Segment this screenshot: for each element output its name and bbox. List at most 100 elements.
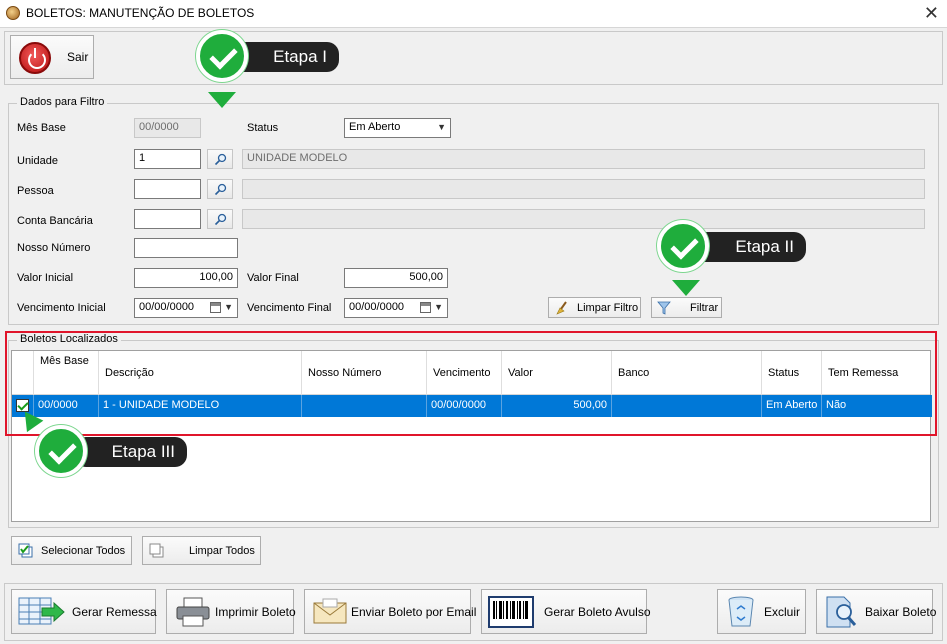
- status-select-value: Em Aberto: [349, 121, 401, 133]
- baixar-boleto-label: Baixar Boleto: [865, 604, 937, 619]
- unidade-search-button[interactable]: [207, 149, 233, 169]
- column-status[interactable]: Status: [762, 351, 822, 395]
- sair-label: Sair: [67, 50, 89, 64]
- etapa-i-pointer: [208, 92, 236, 108]
- column-nosso-numero[interactable]: Nosso Número: [302, 351, 427, 395]
- filter-legend: Dados para Filtro: [17, 96, 108, 108]
- calendar-icon: [420, 302, 431, 313]
- vencimento-final-value: 00/00/0000: [349, 301, 405, 313]
- valor-final-field[interactable]: 500,00: [344, 268, 448, 288]
- vencimento-inicial-picker[interactable]: 00/00/0000 ▼: [134, 298, 238, 318]
- filtrar-label: Filtrar: [690, 301, 719, 314]
- checkmark-icon: [196, 30, 248, 82]
- nosso-numero-field[interactable]: [134, 238, 238, 258]
- etapa-iii-callout: Etapa III: [74, 437, 187, 467]
- cell-status: Em Aberto: [762, 395, 822, 417]
- pessoa-label: Pessoa: [17, 185, 54, 197]
- vencimento-final-label: Vencimento Final: [247, 302, 332, 314]
- unidade-code-field[interactable]: 1: [134, 149, 201, 169]
- title-bar: BOLETOS: MANUTENÇÃO DE BOLETOS ✕: [0, 0, 947, 28]
- cell-mes-base: 00/0000: [34, 395, 99, 417]
- pessoa-code-field[interactable]: [134, 179, 201, 199]
- selecionar-todos-button[interactable]: Selecionar Todos: [11, 536, 132, 565]
- barcode-icon: [488, 596, 534, 628]
- gerar-avulso-label: Gerar Boleto Avulso: [544, 604, 651, 619]
- checkmark-icon: [657, 220, 709, 272]
- valor-inicial-label: Valor Inicial: [17, 272, 74, 284]
- sair-button[interactable]: Sair: [10, 35, 94, 79]
- cell-nosso-numero: [302, 395, 427, 417]
- enviar-email-button[interactable]: Enviar Boleto por Email: [304, 589, 476, 634]
- spreadsheet-arrow-icon: [18, 597, 65, 625]
- results-legend: Boletos Localizados: [17, 333, 121, 345]
- excluir-label: Excluir: [764, 604, 801, 619]
- limpar-todos-button[interactable]: Limpar Todos: [142, 536, 261, 565]
- gerar-avulso-button[interactable]: Gerar Boleto Avulso: [481, 589, 651, 634]
- column-descricao[interactable]: Descrição: [99, 351, 302, 395]
- column-mes-base[interactable]: Mês Base: [34, 351, 99, 395]
- valor-final-label: Valor Final: [247, 272, 299, 284]
- column-vencimento[interactable]: Vencimento: [427, 351, 502, 395]
- unidade-label: Unidade: [17, 155, 58, 167]
- status-label: Status: [247, 122, 279, 134]
- pessoa-search-button[interactable]: [207, 179, 233, 199]
- chevron-down-icon: ▼: [224, 302, 233, 312]
- grid-header: Mês Base Descrição Nosso Número Vencimen…: [12, 351, 930, 395]
- app-icon: [6, 6, 20, 20]
- clear-all-icon: [149, 543, 164, 558]
- unidade-name-field: UNIDADE MODELO: [242, 149, 925, 169]
- document-search-icon: [826, 596, 857, 628]
- status-select[interactable]: Em Aberto ▼: [344, 118, 451, 138]
- conta-search-button[interactable]: [207, 209, 233, 229]
- mes-base-label: Mês Base: [17, 122, 66, 134]
- vencimento-inicial-value: 00/00/0000: [139, 301, 195, 313]
- mes-base-field[interactable]: 00/0000: [134, 118, 201, 138]
- cell-descricao: 1 - UNIDADE MODELO: [99, 395, 302, 417]
- filtrar-button[interactable]: Filtrar: [651, 297, 722, 318]
- etapa-iii-label: Etapa III: [111, 442, 175, 461]
- chevron-down-icon: ▼: [437, 122, 446, 132]
- search-icon: [214, 153, 227, 166]
- boletos-grid[interactable]: Mês Base Descrição Nosso Número Vencimen…: [11, 350, 932, 522]
- limpar-todos-label: Limpar Todos: [189, 544, 255, 557]
- gerar-remessa-button[interactable]: Gerar Remessa: [11, 589, 157, 634]
- window-title: BOLETOS: MANUTENÇÃO DE BOLETOS: [26, 6, 255, 20]
- column-tem-remessa[interactable]: Tem Remessa: [822, 351, 932, 395]
- filter-icon: [657, 301, 671, 315]
- power-icon: [19, 42, 51, 74]
- calendar-icon: [210, 302, 221, 313]
- conta-name-field: [242, 209, 925, 229]
- cell-banco: [612, 395, 762, 417]
- enviar-email-label: Enviar Boleto por Email: [351, 604, 477, 619]
- recycle-bin-icon: [728, 596, 754, 627]
- valor-inicial-field[interactable]: 100,00: [134, 268, 238, 288]
- cell-valor: 500,00: [502, 395, 612, 417]
- conta-bancaria-label: Conta Bancária: [17, 215, 93, 227]
- cell-tem-remessa: Não: [826, 399, 847, 411]
- column-banco[interactable]: Banco: [612, 351, 762, 395]
- column-valor[interactable]: Valor: [502, 351, 612, 395]
- vencimento-final-picker[interactable]: 00/00/0000 ▼: [344, 298, 448, 318]
- table-row[interactable]: 00/0000 1 - UNIDADE MODELO 00/00/0000 50…: [12, 395, 932, 417]
- search-icon: [214, 213, 227, 226]
- imprimir-boleto-label: Imprimir Boleto: [215, 604, 296, 619]
- gerar-remessa-label: Gerar Remessa: [72, 604, 157, 619]
- select-all-icon: [18, 543, 33, 558]
- broom-icon: [556, 301, 567, 315]
- limpar-filtro-label: Limpar Filtro: [577, 301, 639, 314]
- checkmark-icon: [35, 425, 87, 477]
- imprimir-boleto-button[interactable]: Imprimir Boleto: [166, 589, 296, 634]
- envelope-icon: [313, 598, 347, 624]
- etapa-i-label: Etapa I: [273, 47, 327, 66]
- conta-code-field[interactable]: [134, 209, 201, 229]
- chevron-down-icon: ▼: [434, 302, 443, 312]
- etapa-ii-label: Etapa II: [735, 237, 794, 256]
- nosso-numero-label: Nosso Número: [17, 242, 91, 254]
- selecionar-todos-label: Selecionar Todos: [41, 544, 126, 557]
- limpar-filtro-button[interactable]: Limpar Filtro: [548, 297, 641, 318]
- baixar-boleto-button[interactable]: Baixar Boleto: [816, 589, 937, 634]
- excluir-button[interactable]: Excluir: [717, 589, 806, 634]
- toolbar: [4, 31, 943, 85]
- search-icon: [214, 183, 227, 196]
- close-icon[interactable]: ✕: [924, 3, 939, 24]
